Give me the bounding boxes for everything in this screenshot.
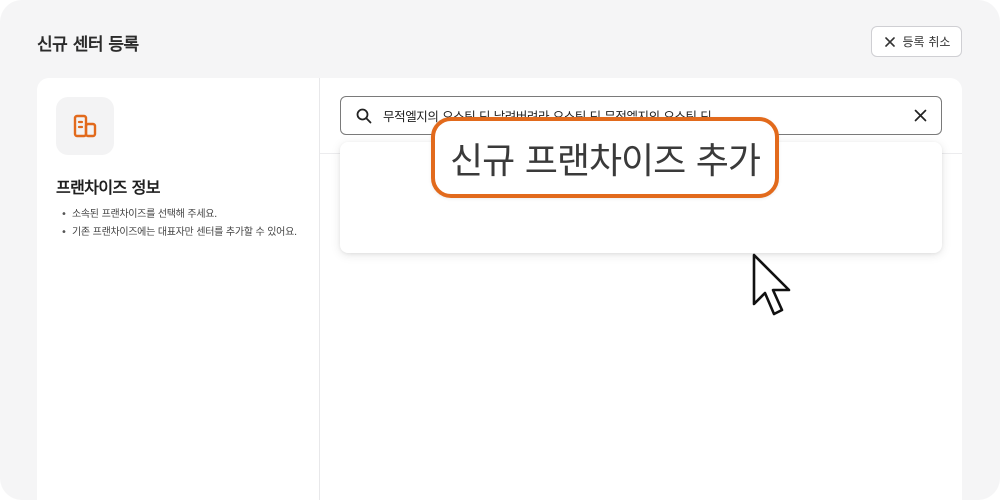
clear-icon[interactable]	[912, 107, 929, 124]
close-icon	[884, 36, 895, 47]
add-new-franchise-button[interactable]: 신규 프랜차이즈 추가	[431, 117, 779, 198]
help-list: 소속된 프랜차이즈를 선택해 주세요. 기존 프랜차이즈에는 대표자만 센터를 …	[61, 206, 301, 242]
franchise-info-panel: 프랜차이즈 정보 소속된 프랜차이즈를 선택해 주세요. 기존 프랜차이즈에는 …	[37, 78, 320, 500]
help-item: 기존 프랜차이즈에는 대표자만 센터를 추가할 수 있어요.	[61, 224, 301, 241]
search-icon	[356, 108, 372, 124]
building-icon-tile	[56, 97, 114, 155]
page-title: 신규 센터 등록	[37, 35, 139, 55]
section-title: 프랜차이즈 정보	[56, 178, 160, 197]
building-icon	[73, 114, 97, 138]
cancel-registration-button[interactable]: 등록 취소	[871, 26, 962, 57]
app-window: 신규 센터 등록 등록 취소 프랜차이즈 정보 소속된 프랜차이즈를 선택해 주…	[0, 0, 1000, 500]
help-item: 소속된 프랜차이즈를 선택해 주세요.	[61, 206, 301, 223]
mouse-pointer-icon	[752, 253, 791, 316]
cancel-registration-label: 등록 취소	[902, 35, 951, 49]
